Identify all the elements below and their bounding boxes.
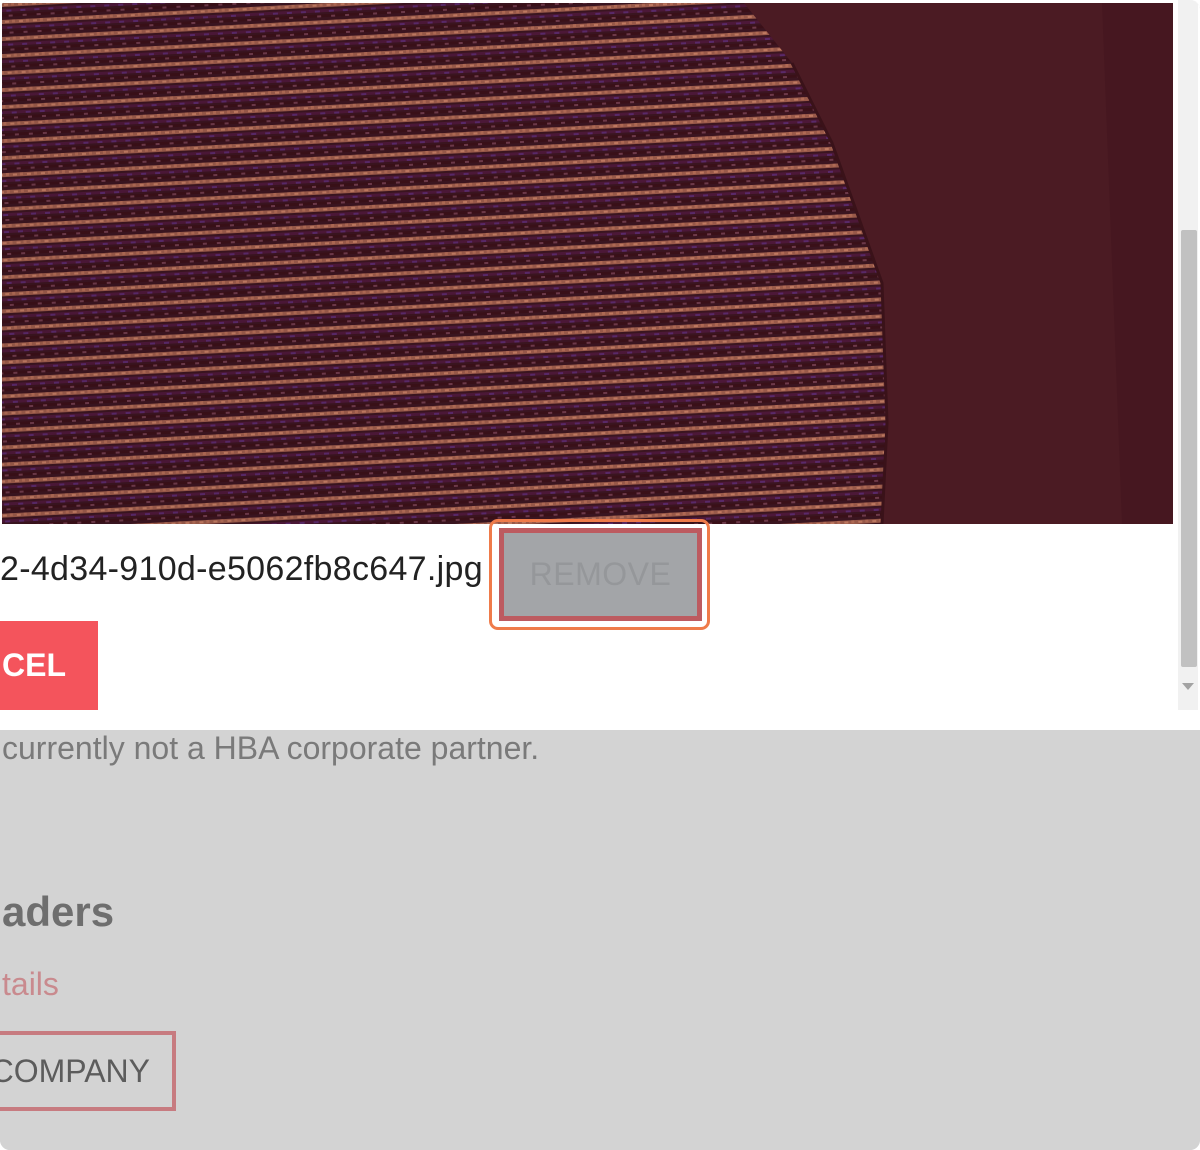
remove-button-label: REMOVE: [529, 556, 672, 592]
company-button[interactable]: COMPANY: [0, 1031, 176, 1111]
cancel-button[interactable]: CEL: [0, 621, 98, 710]
remove-button[interactable]: REMOVE: [499, 528, 702, 621]
partner-status-text: currently not a HBA corporate partner.: [2, 730, 540, 766]
details-link[interactable]: tails: [2, 966, 59, 1003]
image-upload-dialog: 2-4d34-910d-e5062fb8c647.jpg REMOVE CEL: [0, 0, 1200, 730]
company-button-label: COMPANY: [0, 1052, 150, 1089]
uploaded-image-preview: [2, 3, 1173, 524]
section-heading: aders: [2, 888, 115, 935]
file-name: 2-4d34-910d-e5062fb8c647.jpg: [0, 550, 483, 588]
cancel-button-label: CEL: [2, 647, 66, 683]
screen: currently not a HBA corporate partner. a…: [0, 0, 1200, 1150]
scrollbar-thumb[interactable]: [1181, 230, 1197, 667]
scroll-down-arrow-icon[interactable]: [1182, 683, 1194, 690]
